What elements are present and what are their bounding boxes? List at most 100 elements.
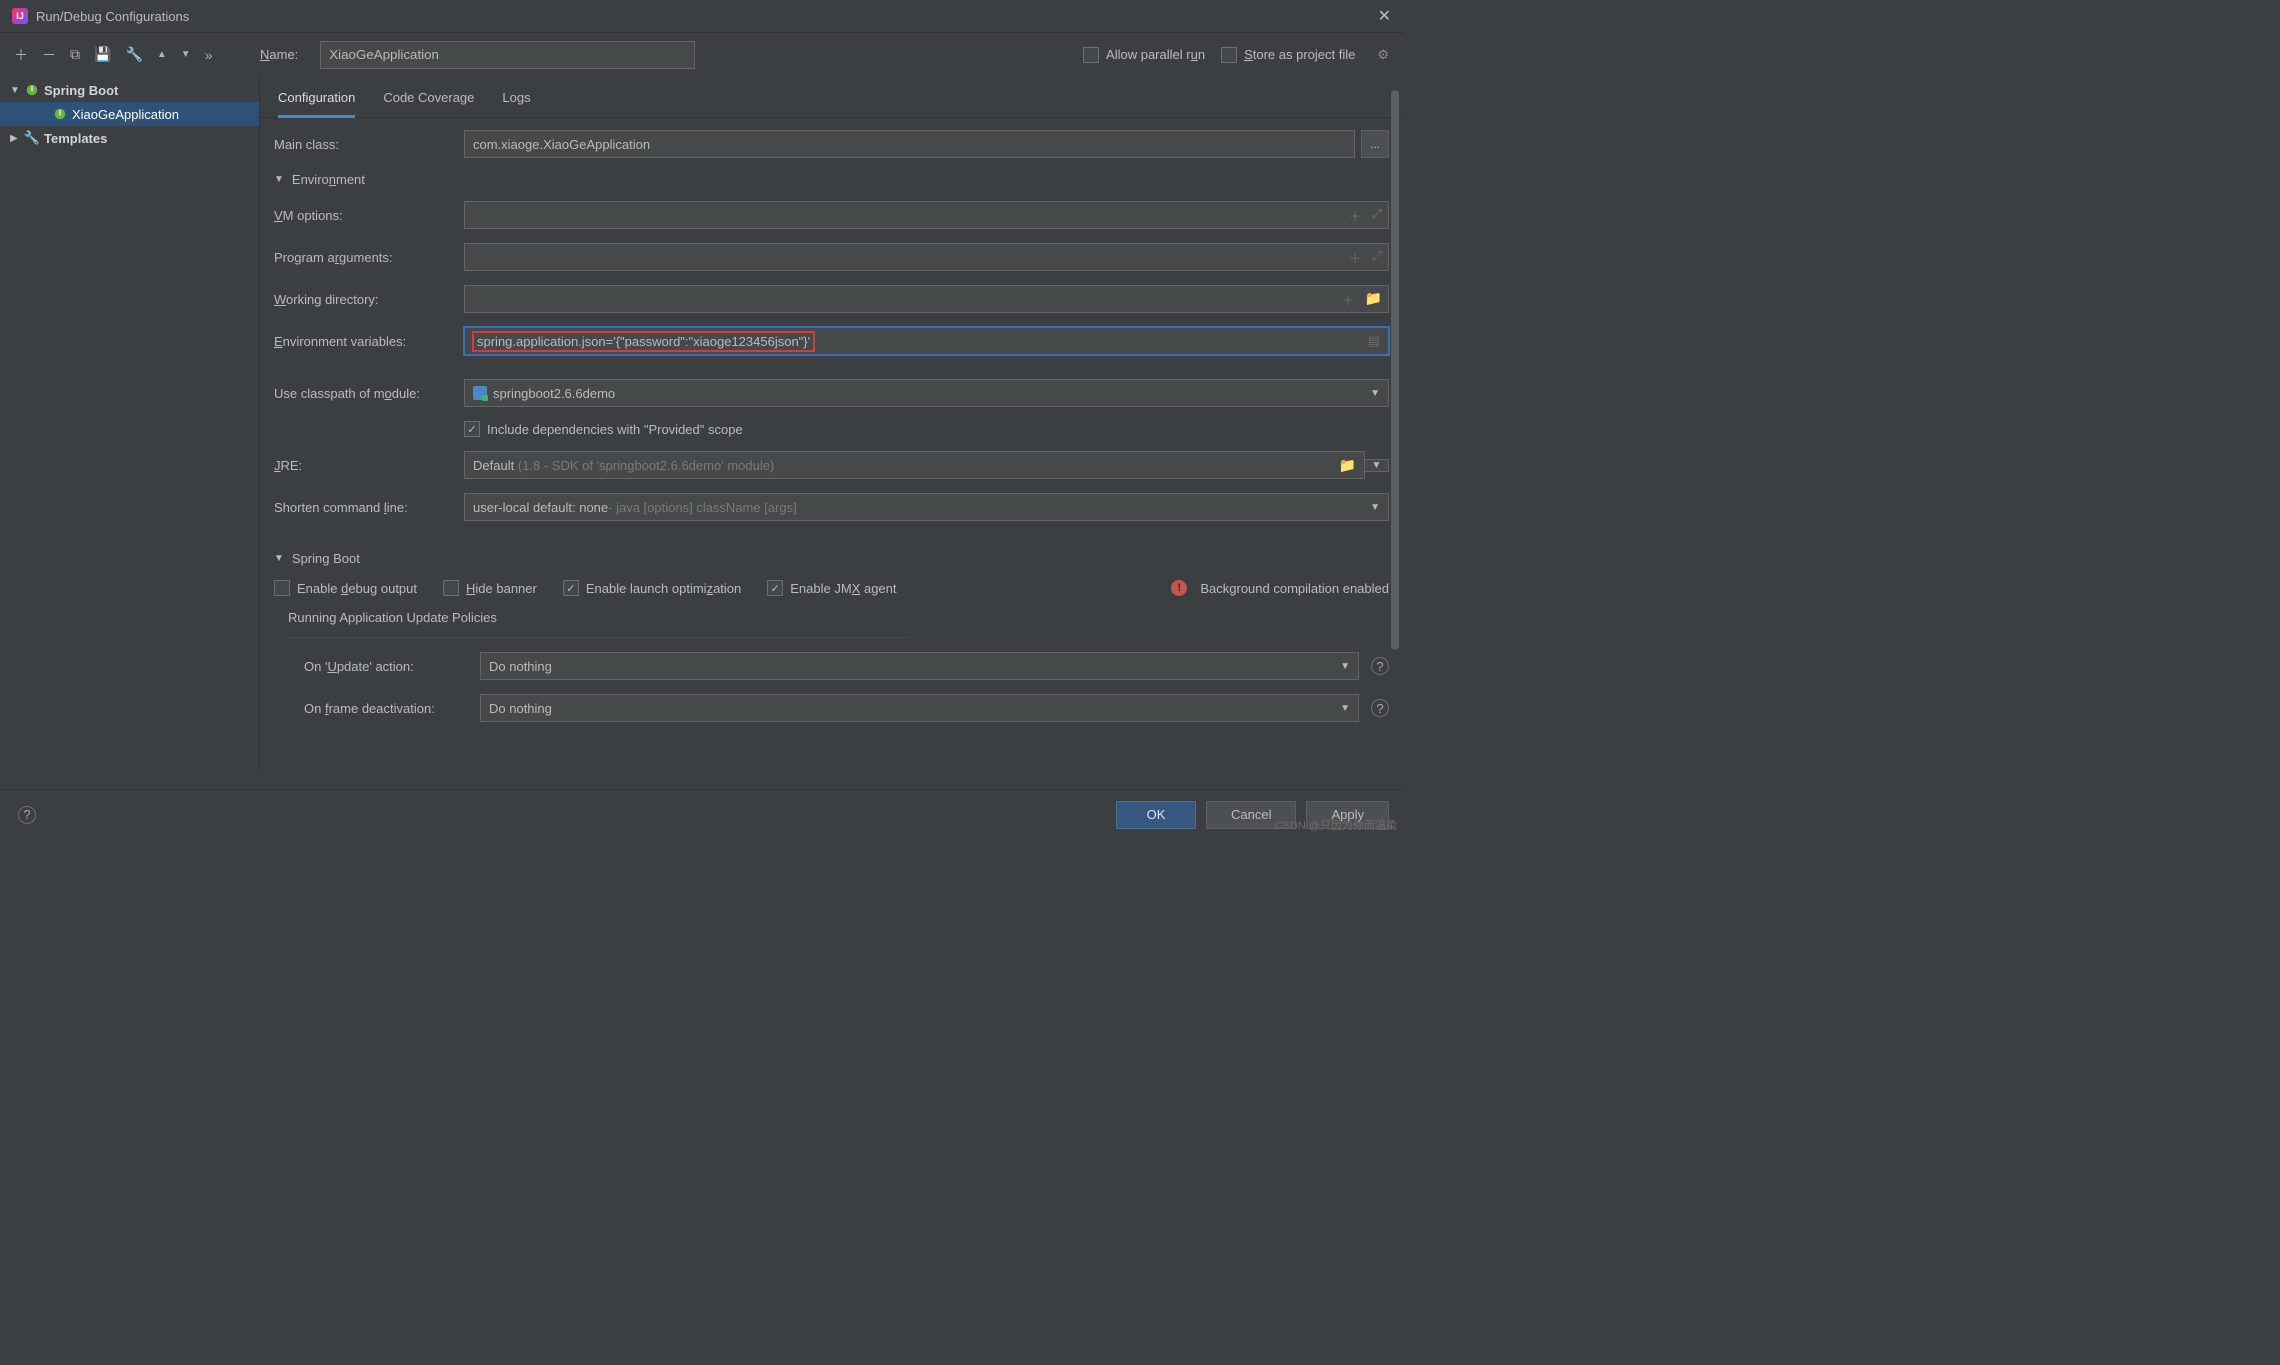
enable-jmx-agent-checkbox[interactable]: Enable JMX agent — [767, 580, 896, 596]
row-working-directory: Working directory: ＋📁 — [274, 285, 1389, 313]
scrollbar-thumb[interactable] — [1391, 90, 1399, 650]
program-arguments-input[interactable]: ＋⤢ — [464, 243, 1389, 271]
checkbox-icon[interactable] — [443, 580, 459, 596]
spring-boot-options-row: Enable debug output Hide banner Enable l… — [274, 580, 1389, 596]
insert-macro-icon[interactable]: ＋ — [1349, 248, 1362, 267]
ok-button[interactable]: OK — [1116, 801, 1196, 829]
checkbox-icon[interactable] — [1083, 47, 1099, 63]
toolbar-row: ＋ － ⧉ 💾 🔧 ▲ ▼ » Name: Allow parallel run… — [0, 32, 1403, 76]
jre-hint: (1.8 - SDK of 'springboot2.6.6demo' modu… — [518, 458, 774, 473]
shorten-cmdline-select[interactable]: user-local default: none - java [options… — [464, 493, 1389, 521]
enable-launch-opt-label: Enable launch optimization — [586, 581, 741, 596]
jre-label: JRE: — [274, 458, 464, 473]
copy-icon[interactable]: ⧉ — [70, 46, 80, 63]
apply-button[interactable]: Apply — [1306, 801, 1389, 829]
on-frame-select[interactable]: Do nothing ▼ — [480, 694, 1359, 722]
environment-section-header[interactable]: ▼ Environment — [274, 172, 1389, 187]
help-button[interactable]: ? — [18, 806, 36, 824]
store-as-project-file-checkbox[interactable]: Store as project file — [1221, 47, 1355, 63]
enable-debug-label: Enable debug output — [297, 581, 417, 596]
expand-icon[interactable]: ⤢ — [1372, 248, 1382, 267]
allow-parallel-run-checkbox[interactable]: Allow parallel run — [1083, 47, 1205, 63]
name-input[interactable] — [320, 41, 694, 69]
help-icon[interactable]: ? — [1371, 657, 1389, 675]
hide-banner-checkbox[interactable]: Hide banner — [443, 580, 537, 596]
move-up-icon[interactable]: ▲ — [157, 49, 167, 60]
background-compilation-status: ! Background compilation enabled — [1171, 580, 1389, 596]
update-policies-header: Running Application Update Policies — [288, 610, 1389, 625]
sidebar-item-xiaoge-application[interactable]: XiaoGeApplication — [0, 102, 259, 126]
checkbox-icon[interactable] — [1221, 47, 1237, 63]
environment-variables-input[interactable]: spring.application.json='{"password":"xi… — [464, 327, 1389, 355]
sidebar-item-templates[interactable]: ▶ 🔧 Templates — [0, 126, 259, 150]
folder-icon[interactable]: 📁 — [1365, 290, 1382, 309]
more-icon[interactable]: » — [205, 47, 213, 63]
vm-options-label: VM options: — [274, 208, 464, 223]
on-update-select[interactable]: Do nothing ▼ — [480, 652, 1359, 680]
row-shorten-cmdline: Shorten command line: user-local default… — [274, 493, 1389, 521]
enable-launch-optimization-checkbox[interactable]: Enable launch optimization — [563, 580, 741, 596]
spring-boot-icon — [52, 106, 68, 122]
insert-macro-icon[interactable]: ＋ — [1349, 206, 1362, 225]
expand-icon[interactable]: ⤢ — [1372, 206, 1382, 225]
sidebar-toolbar: ＋ － ⧉ 💾 🔧 ▲ ▼ » — [14, 45, 260, 65]
titlebar: IJ Run/Debug Configurations ✕ — [0, 0, 1403, 32]
sidebar-item-label: Templates — [44, 131, 107, 146]
tab-logs[interactable]: Logs — [502, 90, 530, 117]
footer: ? OK Cancel Apply — [0, 789, 1403, 839]
allow-parallel-label: Allow parallel run — [1106, 47, 1205, 62]
close-icon[interactable]: ✕ — [1378, 6, 1391, 26]
checkbox-icon[interactable] — [563, 580, 579, 596]
chevron-down-icon: ▼ — [1370, 388, 1380, 399]
environment-variables-label: Environment variables: — [274, 334, 464, 349]
insert-macro-icon[interactable]: ＋ — [1342, 290, 1355, 309]
help-icon[interactable]: ? — [1371, 699, 1389, 717]
include-provided-checkbox[interactable]: Include dependencies with "Provided" sco… — [464, 421, 743, 437]
browse-main-class-button[interactable]: ... — [1361, 130, 1389, 158]
tab-code-coverage[interactable]: Code Coverage — [383, 90, 474, 117]
form-scroll[interactable]: Main class: com.xiaoge.XiaoGeApplication… — [260, 118, 1403, 770]
wrench-icon[interactable]: 🔧 — [125, 46, 142, 63]
wrench-icon: 🔧 — [24, 130, 40, 146]
on-frame-value: Do nothing — [489, 701, 552, 716]
shorten-cmdline-label: Shorten command line: — [274, 500, 464, 515]
row-on-frame-deactivation: On frame deactivation: Do nothing ▼ ? — [274, 694, 1389, 722]
module-icon — [473, 386, 487, 400]
vm-options-input[interactable]: ＋⤢ — [464, 201, 1389, 229]
jre-dropdown-button[interactable]: ▼ — [1365, 459, 1389, 472]
checkbox-icon[interactable] — [464, 421, 480, 437]
working-directory-label: Working directory: — [274, 292, 464, 307]
add-icon[interactable]: ＋ — [14, 45, 28, 65]
on-frame-label: On frame deactivation: — [304, 701, 480, 716]
cancel-button[interactable]: Cancel — [1206, 801, 1296, 829]
row-include-provided: Include dependencies with "Provided" sco… — [274, 421, 1389, 437]
checkbox-icon[interactable] — [767, 580, 783, 596]
save-icon[interactable]: 💾 — [94, 46, 111, 63]
spring-boot-icon — [24, 82, 40, 98]
spring-boot-section-header[interactable]: ▼ Spring Boot — [274, 551, 1389, 566]
working-directory-input[interactable]: ＋📁 — [464, 285, 1389, 313]
main-class-input[interactable]: com.xiaoge.XiaoGeApplication — [464, 130, 1355, 158]
sidebar-item-label: Spring Boot — [44, 83, 118, 98]
folder-icon[interactable]: 📁 — [1339, 457, 1356, 474]
app-logo-icon: IJ — [12, 8, 28, 24]
remove-icon[interactable]: － — [42, 45, 56, 65]
scrollbar-track[interactable] — [1391, 90, 1399, 780]
chevron-down-icon: ▼ — [10, 85, 24, 96]
tab-configuration[interactable]: Configuration — [278, 90, 355, 118]
chevron-down-icon: ▼ — [1370, 502, 1380, 513]
jre-value: Default — [473, 458, 514, 473]
gear-icon[interactable]: ⚙ — [1377, 47, 1389, 63]
enable-debug-output-checkbox[interactable]: Enable debug output — [274, 580, 417, 596]
bg-compilation-label: Background compilation enabled — [1200, 581, 1389, 596]
hide-banner-label: Hide banner — [466, 581, 537, 596]
environment-section-title: Environment — [292, 172, 365, 187]
main-class-value: com.xiaoge.XiaoGeApplication — [473, 137, 650, 152]
list-icon[interactable]: ▤ — [1368, 333, 1380, 349]
sidebar-item-spring-boot[interactable]: ▼ Spring Boot — [0, 78, 259, 102]
move-down-icon[interactable]: ▼ — [181, 49, 191, 60]
jre-select[interactable]: Default (1.8 - SDK of 'springboot2.6.6de… — [464, 451, 1365, 479]
use-classpath-select[interactable]: springboot2.6.6demo ▼ — [464, 379, 1389, 407]
checkbox-icon[interactable] — [274, 580, 290, 596]
row-vm-options: VM options: ＋⤢ — [274, 201, 1389, 229]
